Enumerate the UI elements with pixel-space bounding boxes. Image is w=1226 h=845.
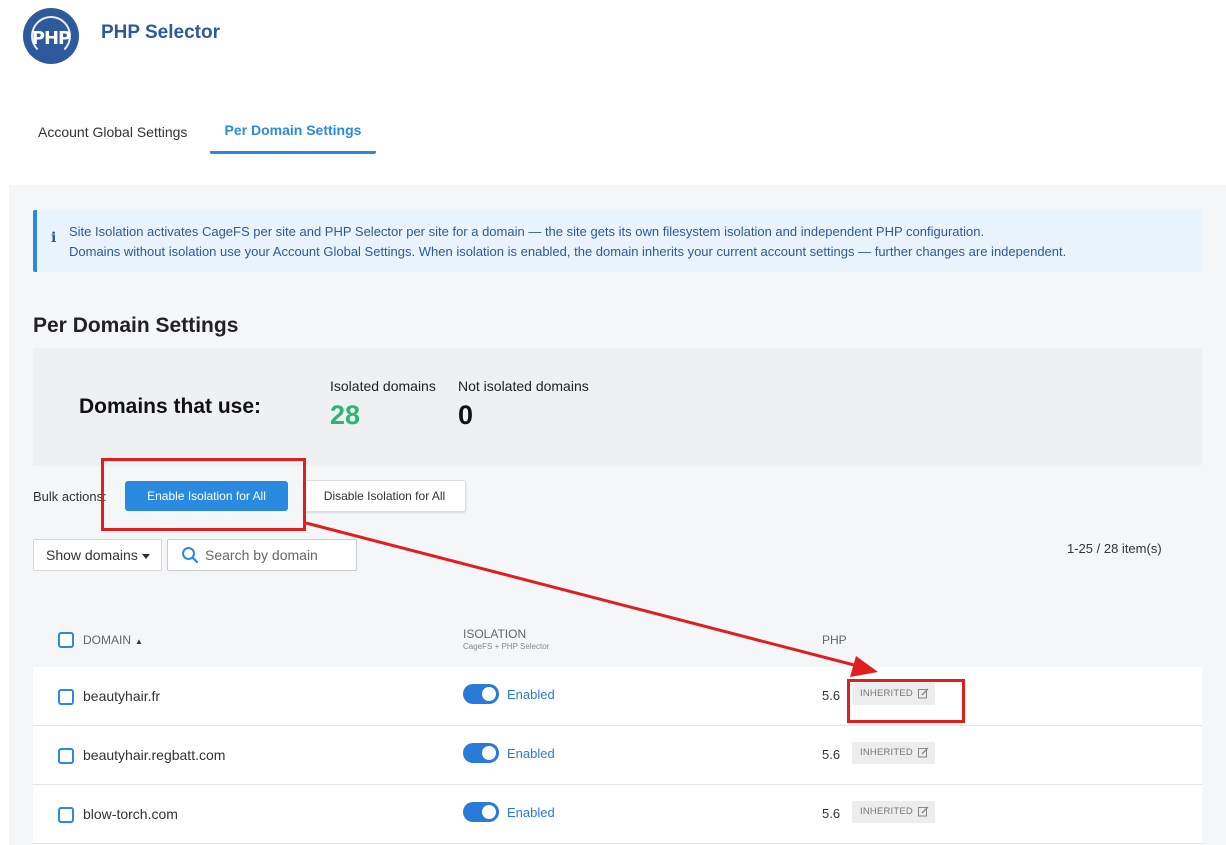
stat-not-isolated-value: 0 bbox=[458, 400, 474, 430]
info-line-2: Domains without isolation use your Accou… bbox=[69, 244, 1067, 259]
inherited-badge[interactable]: INHERITED bbox=[852, 683, 935, 705]
stat-not-isolated-label: Not isolated domains bbox=[458, 378, 589, 394]
stats-label: Domains that use: bbox=[79, 395, 262, 418]
row-checkbox[interactable] bbox=[58, 807, 74, 823]
inherited-badge[interactable]: INHERITED bbox=[852, 742, 935, 764]
domain-name: beautyhair.fr bbox=[83, 688, 161, 704]
inherited-badge-label: INHERITED bbox=[860, 688, 913, 699]
pagination-info: 1-25 / 28 item(s) bbox=[1067, 541, 1162, 556]
domain-name: blow-torch.com bbox=[83, 806, 178, 822]
edit-icon bbox=[918, 747, 929, 758]
toggle-knob bbox=[482, 687, 496, 701]
domain-name: beautyhair.regbatt.com bbox=[83, 747, 226, 763]
column-header-domain[interactable]: Domain ▲ bbox=[83, 633, 143, 647]
tab-per-domain-settings[interactable]: Per Domain Settings bbox=[210, 110, 376, 154]
search-box[interactable] bbox=[167, 539, 357, 571]
column-header-isolation: Isolation bbox=[463, 627, 527, 641]
stat-isolated-value: 28 bbox=[330, 400, 361, 430]
table-header: Domain ▲ Isolation CageFS + PHP Selector … bbox=[33, 610, 1202, 667]
isolation-status: Enabled bbox=[507, 687, 555, 702]
php-version: 5.6 bbox=[822, 688, 841, 703]
app-header: PHP PHP Selector bbox=[0, 0, 1226, 80]
stat-not-isolated: Not isolated domains 0 bbox=[458, 378, 589, 431]
sort-asc-icon: ▲ bbox=[135, 637, 143, 646]
caret-down-icon bbox=[142, 554, 150, 559]
show-domains-label: Show domains bbox=[46, 547, 138, 563]
inherited-badge-label: INHERITED bbox=[860, 806, 913, 817]
isolation-toggle[interactable] bbox=[463, 684, 499, 704]
tab-bar: Account Global Settings Per Domain Setti… bbox=[0, 110, 1226, 156]
section-title: Per Domain Settings bbox=[33, 314, 239, 337]
info-line-1: Site Isolation activates CageFS per site… bbox=[69, 224, 985, 239]
app-title: PHP Selector bbox=[101, 22, 220, 43]
inherited-badge[interactable]: INHERITED bbox=[852, 801, 935, 823]
table-row: blow-torch.com Enabled 5.6 INHERITED bbox=[33, 785, 1202, 844]
table-row: beautyhair.regbatt.com Enabled 5.6 INHER… bbox=[33, 726, 1202, 785]
edit-icon bbox=[918, 688, 929, 699]
row-checkbox[interactable] bbox=[58, 748, 74, 764]
disable-isolation-all-button[interactable]: Disable Isolation for All bbox=[303, 480, 466, 512]
php-version: 5.6 bbox=[822, 747, 841, 762]
inherited-badge-label: INHERITED bbox=[860, 747, 913, 758]
row-checkbox[interactable] bbox=[58, 689, 74, 705]
enable-isolation-all-button[interactable]: Enable Isolation for All bbox=[125, 481, 288, 511]
php-logo: PHP bbox=[23, 8, 79, 64]
column-header-domain-label: Domain bbox=[83, 633, 131, 647]
column-header-php: PHP bbox=[822, 633, 847, 647]
isolation-toggle[interactable] bbox=[463, 802, 499, 822]
toggle-knob bbox=[482, 746, 496, 760]
column-header-isolation-sub: CageFS + PHP Selector bbox=[463, 642, 550, 651]
bulk-actions-label: Bulk actions: bbox=[33, 489, 107, 504]
stat-isolated: Isolated domains 28 bbox=[330, 378, 436, 431]
logo-text: PHP bbox=[31, 28, 71, 49]
isolation-toggle[interactable] bbox=[463, 743, 499, 763]
php-version: 5.6 bbox=[822, 806, 841, 821]
show-domains-dropdown[interactable]: Show domains bbox=[33, 539, 162, 571]
isolation-status: Enabled bbox=[507, 805, 555, 820]
toggle-knob bbox=[482, 805, 496, 819]
stats-panel: Domains that use: Isolated domains 28 No… bbox=[33, 348, 1202, 466]
info-icon: i bbox=[51, 230, 57, 246]
info-banner: i Site Isolation activates CageFS per si… bbox=[33, 210, 1202, 272]
edit-icon bbox=[918, 806, 929, 817]
domains-table: Domain ▲ Isolation CageFS + PHP Selector … bbox=[33, 610, 1202, 845]
isolation-status: Enabled bbox=[507, 746, 555, 761]
search-input[interactable] bbox=[205, 545, 353, 565]
select-all-checkbox[interactable] bbox=[58, 632, 74, 648]
stat-isolated-label: Isolated domains bbox=[330, 378, 436, 394]
table-row: beautyhair.fr Enabled 5.6 INHERITED bbox=[33, 667, 1202, 726]
tab-account-global-settings[interactable]: Account Global Settings bbox=[38, 124, 187, 140]
search-icon bbox=[182, 547, 199, 564]
